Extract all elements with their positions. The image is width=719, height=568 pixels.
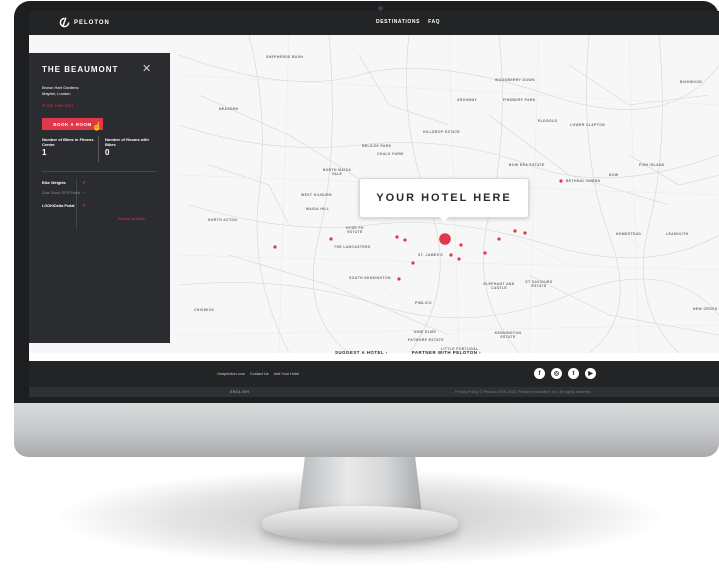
your-hotel-here-callout[interactable]: YOUR HOTEL HERE	[359, 178, 529, 218]
equipment-label: Bike Weights	[42, 181, 66, 185]
stat-rooms-label: Number of Rooms with Bikes	[105, 137, 149, 147]
address-line-2: Mayfair, London	[42, 90, 71, 96]
social-links: f ◎ t ▶	[534, 368, 596, 379]
map-label: BOW	[609, 173, 619, 177]
brand-logo[interactable]: PELOTON	[59, 17, 110, 28]
map-label: ST SAVIOURS ESTATE	[525, 280, 553, 288]
map-label: HOMESTEAD	[616, 232, 642, 236]
check-icon: ✔	[82, 203, 87, 209]
map-label: BISHWOOD	[680, 80, 703, 84]
map-footer-links: SUGGEST A HOTEL › PARTNER WITH PELOTON ›	[335, 350, 481, 355]
legal-bar: ENGLISH Privacy Policy © Peloton 2016-20…	[29, 387, 719, 397]
stat-bikes-fitness: Number of Bikes in Fitness Center 1	[42, 137, 94, 157]
map-label: NORTH ACTON	[208, 218, 238, 222]
hotel-address: Brown Hart Gardens Mayfair, London	[42, 85, 132, 96]
map-label: BOW ERA ESTATE	[509, 163, 545, 167]
panel-separator	[42, 171, 157, 172]
monitor-chin	[14, 403, 719, 457]
site-footer: Onepeloton.com Contact Us Add Your Hotel…	[29, 361, 719, 387]
youtube-icon[interactable]: ▶	[585, 368, 596, 379]
monitor-stand-neck	[298, 452, 422, 514]
map-label: LOWER CLAPTON	[570, 123, 606, 127]
equipment-spd-pedal: Dual Sided SPD Pedal	[42, 191, 82, 196]
map-label: HYDE PK ESTATE	[346, 226, 364, 234]
language-selector[interactable]: ENGLISH	[230, 390, 249, 394]
address-line-1: Brown Hart Gardens	[42, 85, 79, 90]
map-label: SOUTH KENSINGTON	[349, 276, 391, 280]
screen: PELOTON DESTINATIONS FAQ SHEPHERDS BUSH …	[29, 11, 719, 397]
hotel-detail-panel: THE BEAUMONT ✕ Brown Hart Gardens Mayfai…	[29, 53, 170, 343]
map-label: BELSIZE PARK	[362, 144, 392, 148]
nav-links: DESTINATIONS FAQ	[376, 19, 440, 25]
partner-label: PARTNER WITH PELOTON	[411, 350, 478, 355]
suggest-hotel-link[interactable]: SUGGEST A HOTEL ›	[335, 350, 388, 355]
map-label: ELDGOLD	[538, 119, 558, 123]
phone-icon: ✆	[42, 103, 46, 108]
map-label: ARCHWAY	[457, 98, 478, 102]
dash-icon: –	[82, 190, 85, 196]
map-label: NEASDEN	[219, 107, 239, 111]
hotel-phone[interactable]: ✆ 020 7499 1001	[42, 103, 73, 108]
instagram-icon[interactable]: ◎	[551, 368, 562, 379]
map-label: NORTH MAIDA VALE	[322, 168, 352, 176]
footer-link-add-hotel[interactable]: Add Your Hotel	[274, 372, 299, 376]
footer-link-contact[interactable]: Contact Us	[250, 372, 269, 376]
map-label: ST. JAMES'S	[418, 253, 443, 257]
equipment-label: LOOK/Delta Pedal	[42, 204, 75, 208]
hotel-map[interactable]: SHEPHERDS BUSH NEASDEN WOODBERRY DOWN AR…	[29, 35, 719, 353]
top-navigation: PELOTON DESTINATIONS FAQ	[29, 11, 719, 35]
equipment-look-delta: LOOK/Delta Pedal	[42, 204, 82, 209]
map-label: FINSBURY PARK	[503, 98, 536, 102]
map-label: LEAMOUTH	[666, 232, 689, 236]
map-label: PATMORE ESTATE	[408, 338, 444, 342]
stat-rooms-value: 0	[105, 148, 110, 157]
footer-links: Onepeloton.com Contact Us Add Your Hotel	[217, 372, 299, 376]
footer-link-onepeloton[interactable]: Onepeloton.com	[217, 372, 245, 376]
stat-rooms-bikes: Number of Rooms with Bikes 0	[105, 137, 157, 157]
map-label: MAIDA HILL	[306, 207, 330, 211]
close-icon[interactable]: ✕	[142, 62, 151, 75]
check-icon: ✔	[82, 180, 87, 186]
stat-bikes-label: Number of Bikes in Fitness Center	[42, 137, 94, 147]
map-label: NINE ELMS	[414, 330, 437, 334]
stat-divider	[98, 136, 99, 162]
hotel-name: THE BEAUMONT	[42, 65, 119, 74]
pointer-hand-icon: ☝	[92, 122, 102, 131]
map-label: WOODBERRY DOWN	[495, 78, 535, 82]
equipment-sub-label: Dual Sided SPD Pedal	[42, 191, 81, 195]
partner-link[interactable]: PARTNER WITH PELOTON ›	[412, 350, 481, 355]
map-label: BETHNAL GREEN	[566, 179, 601, 183]
callout-pointer	[439, 216, 449, 222]
legal-text: Privacy Policy © Peloton 2016-2022. Pelo…	[455, 390, 592, 394]
nav-faq[interactable]: FAQ	[428, 19, 440, 25]
suggest-hotel-label: SUGGEST A HOTEL	[335, 350, 385, 355]
peloton-logo-icon	[59, 17, 70, 28]
facebook-icon[interactable]: f	[534, 368, 545, 379]
map-label: ELEPHANT AND CASTLE	[483, 282, 515, 290]
map-label: HILLDROP ESTATE	[423, 130, 461, 134]
brand-name: PELOTON	[74, 19, 110, 26]
stat-bikes-value: 1	[42, 148, 47, 157]
monitor-stand-base	[262, 506, 458, 542]
map-label: FISH ISLAND	[639, 163, 665, 167]
map-label: KENNINGTON ESTATE	[494, 331, 522, 339]
equipment-bike-weights: Bike Weights	[42, 181, 82, 186]
map-label: CHISWICK	[194, 308, 215, 312]
map-label: PIMLICO	[415, 301, 432, 305]
map-label: NEW CROSS	[693, 307, 718, 311]
rooms-on-book-link[interactable]: Rooms on Book	[118, 217, 145, 221]
map-label: CHALK FARM	[377, 152, 404, 156]
phone-number: 020 7499 1001	[46, 103, 74, 108]
map-label: THE LANCASTERS	[334, 245, 371, 249]
nav-destinations[interactable]: DESTINATIONS	[376, 19, 420, 25]
twitter-icon[interactable]: t	[568, 368, 579, 379]
map-label: SHEPHERDS BUSH	[266, 55, 304, 59]
map-label: WEST KILBURN	[301, 193, 332, 197]
